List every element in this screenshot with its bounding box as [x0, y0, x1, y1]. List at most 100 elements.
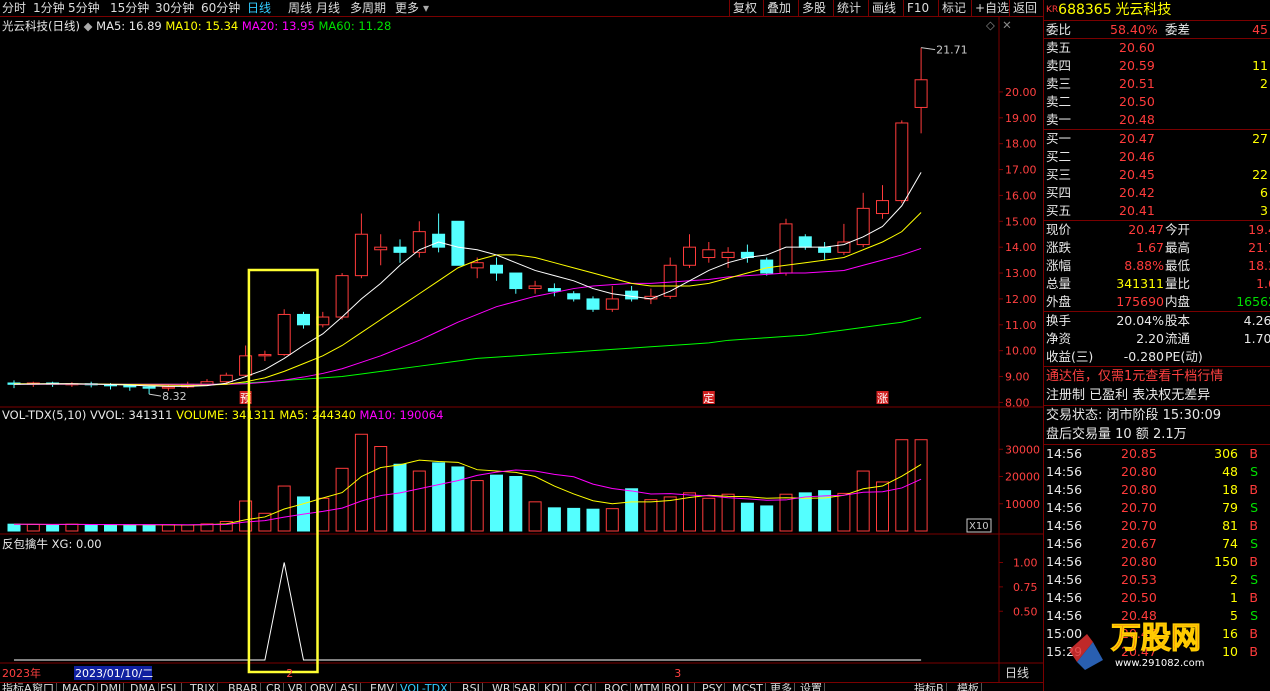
close-icon[interactable]: ✕: [1002, 18, 1012, 32]
candle-body: [605, 298, 619, 310]
indicator-tab-23[interactable]: MCST: [730, 683, 766, 691]
indicator-tab-18[interactable]: CCI: [572, 683, 596, 691]
ask-levels: 卖五 20.60 卖四 20.59 11 卖三 20.51 2 卖二 20.50 卖一 20.48: [1044, 39, 1270, 130]
asks-level-row[interactable]: 卖二 20.50: [1044, 93, 1270, 111]
template-tab-1[interactable]: 模板: [955, 683, 982, 691]
level-label: 买四: [1046, 185, 1072, 200]
period-tab-5[interactable]: 60分钟: [201, 1, 240, 16]
period-tab-2[interactable]: 5分钟: [68, 1, 100, 16]
indicator-tab-25[interactable]: 设置: [798, 683, 825, 691]
bids-level-row[interactable]: 买三 20.45 22: [1044, 166, 1270, 184]
period-tab-8[interactable]: 月线: [316, 1, 340, 16]
indicator-tab-20[interactable]: MTM: [632, 683, 663, 691]
indicator-tab-19[interactable]: ROC: [602, 683, 631, 691]
indicator-tab-14[interactable]: RSI: [460, 683, 483, 691]
indicator-tab-17[interactable]: KDJ: [542, 683, 566, 691]
price-tick-label: 20.00: [1005, 86, 1037, 99]
indicator-tab-3[interactable]: DMI: [98, 683, 125, 691]
indicator-tab-21[interactable]: BOLL: [662, 683, 696, 691]
asks-level-row[interactable]: 卖四 20.59 11: [1044, 57, 1270, 75]
asks-level-row[interactable]: 卖五 20.60: [1044, 39, 1270, 57]
promo-line-1[interactable]: 通达信，仅需1元查看千档行情: [1044, 367, 1270, 386]
indicator-tab-7[interactable]: BRAR: [226, 683, 261, 691]
indicator-tab-5[interactable]: FSL: [158, 683, 183, 691]
indicator-tab-1[interactable]: 窗口: [30, 683, 57, 691]
tool-button-7[interactable]: +自选: [971, 0, 1012, 17]
volume-bar: [876, 481, 889, 532]
volume-indicator-name: VOL-TDX(5,10): [2, 408, 87, 422]
level-price: 20.45: [1119, 167, 1155, 182]
tick-direction: S: [1250, 464, 1258, 479]
tool-button-2[interactable]: 多股: [798, 0, 829, 17]
tick-row: 14:56 20.70 81 B: [1044, 517, 1270, 535]
diamond-icon[interactable]: ◇: [986, 18, 995, 32]
tool-button-5[interactable]: F10: [903, 0, 932, 17]
volume-bar: [721, 493, 735, 532]
period-tab-0[interactable]: 分时: [2, 1, 26, 16]
tool-button-6[interactable]: 标记: [938, 0, 969, 17]
stock-header: KR688365 光云科技: [1044, 0, 1270, 21]
wei-bi-value: 58.40%: [1110, 22, 1158, 37]
indicator-tab-9[interactable]: VR: [286, 683, 307, 691]
tick-time: 14:56: [1046, 500, 1083, 515]
tick-price: 20.50: [1121, 590, 1157, 605]
tool-button-3[interactable]: 统计: [833, 0, 864, 17]
stock-badge: KR: [1046, 5, 1059, 15]
stock-code: 688365: [1058, 2, 1112, 18]
asks-level-row[interactable]: 卖一 20.48: [1044, 111, 1270, 129]
price-tick-label: 15.00: [1005, 215, 1037, 228]
bids-level-row[interactable]: 买二 20.46: [1044, 148, 1270, 166]
tick-price: 20.80: [1121, 464, 1157, 479]
indicator-tab-4[interactable]: DMA: [128, 683, 159, 691]
fundamental-label: 股本: [1165, 313, 1191, 328]
tick-direction: B: [1249, 482, 1258, 497]
promo-box[interactable]: 通达信，仅需1元查看千档行情 注册制 已盈利 表决权无差异: [1044, 367, 1270, 406]
period-tab-9[interactable]: 多周期: [350, 1, 386, 16]
period-toolbar: 分时 1分钟 5分钟 15分钟 30分钟 60分钟 日线 周线 月线 多周期 更多 ▾ 复权 叠加 多股统…: [0, 0, 1043, 17]
volume-bar: [586, 508, 600, 532]
template-tab-0[interactable]: 指标B: [912, 683, 947, 691]
volume-bar: [837, 492, 851, 532]
period-tab-3[interactable]: 15分钟: [110, 1, 149, 16]
volume-bar: [914, 439, 928, 532]
indicator-tab-10[interactable]: OBV: [308, 683, 337, 691]
indicator-tab-8[interactable]: CR: [264, 683, 285, 691]
indicator-tab-13[interactable]: VOL-TDX: [398, 683, 451, 691]
tick-price: 20.80: [1121, 482, 1157, 497]
indicator-tab-24[interactable]: 更多: [768, 683, 795, 691]
fundamental-label: 净资: [1046, 331, 1072, 346]
indicator-tab-16[interactable]: SAR: [512, 683, 540, 691]
candle-body: [683, 246, 696, 266]
volume-bar: [7, 523, 21, 532]
tool-button-8[interactable]: 返回: [1009, 0, 1040, 17]
tick-volume: 74: [1222, 536, 1238, 551]
period-tab-10[interactable]: 更多: [395, 1, 419, 16]
indicator-tab-15[interactable]: WR: [490, 683, 514, 691]
candle-body: [490, 264, 503, 274]
legend-settings-icon[interactable]: ◆: [84, 19, 93, 33]
bids-level-row[interactable]: 买五 20.41 3: [1044, 202, 1270, 220]
indicator-tab-12[interactable]: EMV: [368, 683, 397, 691]
volume-bar: [46, 524, 60, 532]
tool-button-4[interactable]: 画线: [868, 0, 899, 17]
kline-chart[interactable]: 20.00 19.00 18.00 17.00 16.00 15.00 14.00 13.00…: [0, 17, 1043, 682]
tool-button-1[interactable]: 叠加: [763, 0, 794, 17]
level-price: 20.46: [1119, 149, 1155, 164]
period-tab-6[interactable]: 日线: [247, 1, 271, 16]
period-tab-1[interactable]: 1分钟: [33, 1, 65, 16]
candle-body: [876, 200, 889, 215]
quote-row: 涨跌 1.67最高 21.7: [1044, 239, 1270, 257]
asks-level-row[interactable]: 卖三 20.51 2: [1044, 75, 1270, 93]
indicator-tab-6[interactable]: TRIX: [188, 683, 219, 691]
tool-button-0[interactable]: 复权: [729, 0, 760, 17]
indicator-tab-11[interactable]: ASI: [338, 683, 361, 691]
period-tab-4[interactable]: 30分钟: [155, 1, 194, 16]
period-tab-7[interactable]: 周线: [288, 1, 312, 16]
indicator-tab-22[interactable]: PSY: [700, 683, 726, 691]
quote-panel: KR688365 光云科技 委比 58.40% 委差 45 卖五 20.60 卖四 2…: [1043, 0, 1270, 691]
high-annotation-line: [921, 47, 936, 51]
bids-level-row[interactable]: 买一 20.47 27: [1044, 130, 1270, 148]
bids-level-row[interactable]: 买四 20.42 6: [1044, 184, 1270, 202]
indicator-tab-2[interactable]: MACD: [60, 683, 98, 691]
more-chevron-down-icon[interactable]: ▾: [423, 1, 429, 16]
